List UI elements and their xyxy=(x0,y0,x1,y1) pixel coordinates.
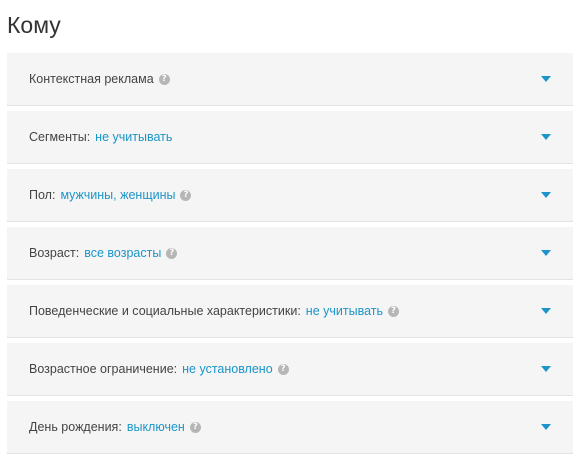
section-age-restriction[interactable]: Возрастное ограничение: не установлено ? xyxy=(7,343,573,396)
section-value[interactable]: не учитывать xyxy=(95,130,172,144)
help-icon[interactable]: ? xyxy=(158,73,170,85)
section-birthday[interactable]: День рождения: выключен ? xyxy=(7,401,573,454)
section-value[interactable]: выключен xyxy=(127,420,185,434)
section-value[interactable]: не установлено xyxy=(182,362,273,376)
section-text: Возрастное ограничение: не установлено ? xyxy=(29,362,289,376)
section-text: Возраст: все возрасты ? xyxy=(29,246,178,260)
targeting-sections: Контекстная реклама ? Сегменты: не учиты… xyxy=(7,53,573,459)
section-label: День рождения: xyxy=(29,420,122,434)
section-label: Пол: xyxy=(29,188,56,202)
section-contextual-ads[interactable]: Контекстная реклама ? xyxy=(7,53,573,106)
section-label: Сегменты: xyxy=(29,130,91,144)
chevron-down-icon[interactable] xyxy=(541,308,551,314)
section-value[interactable]: все возрасты xyxy=(84,246,161,260)
section-text: Контекстная реклама ? xyxy=(29,72,170,86)
section-text: Сегменты: не учитывать xyxy=(29,130,172,144)
section-gender[interactable]: Пол: мужчины, женщины ? xyxy=(7,169,573,222)
chevron-down-icon[interactable] xyxy=(541,250,551,256)
section-value[interactable]: мужчины, женщины xyxy=(60,188,175,202)
section-behavioral[interactable]: Поведенческие и социальные характеристик… xyxy=(7,285,573,338)
chevron-down-icon[interactable] xyxy=(541,192,551,198)
help-icon[interactable]: ? xyxy=(166,247,178,259)
section-label: Контекстная реклама xyxy=(29,72,154,86)
section-text: День рождения: выключен ? xyxy=(29,420,201,434)
help-icon[interactable]: ? xyxy=(388,305,399,317)
chevron-down-icon[interactable] xyxy=(541,424,551,430)
section-text: Поведенческие и социальные характеристик… xyxy=(29,304,399,318)
help-icon[interactable]: ? xyxy=(189,421,201,433)
section-label: Поведенческие и социальные характеристик… xyxy=(29,304,301,318)
chevron-down-icon[interactable] xyxy=(541,134,551,140)
section-text: Пол: мужчины, женщины ? xyxy=(29,188,192,202)
section-segments[interactable]: Сегменты: не учитывать xyxy=(7,111,573,164)
section-value[interactable]: не учитывать xyxy=(306,304,383,318)
chevron-down-icon[interactable] xyxy=(541,76,551,82)
help-icon[interactable]: ? xyxy=(180,189,192,201)
chevron-down-icon[interactable] xyxy=(541,366,551,372)
help-icon[interactable]: ? xyxy=(277,363,289,375)
section-label: Возрастное ограничение: xyxy=(29,362,178,376)
section-age[interactable]: Возраст: все возрасты ? xyxy=(7,227,573,280)
page-title: Кому xyxy=(7,12,61,38)
section-label: Возраст: xyxy=(29,246,80,260)
